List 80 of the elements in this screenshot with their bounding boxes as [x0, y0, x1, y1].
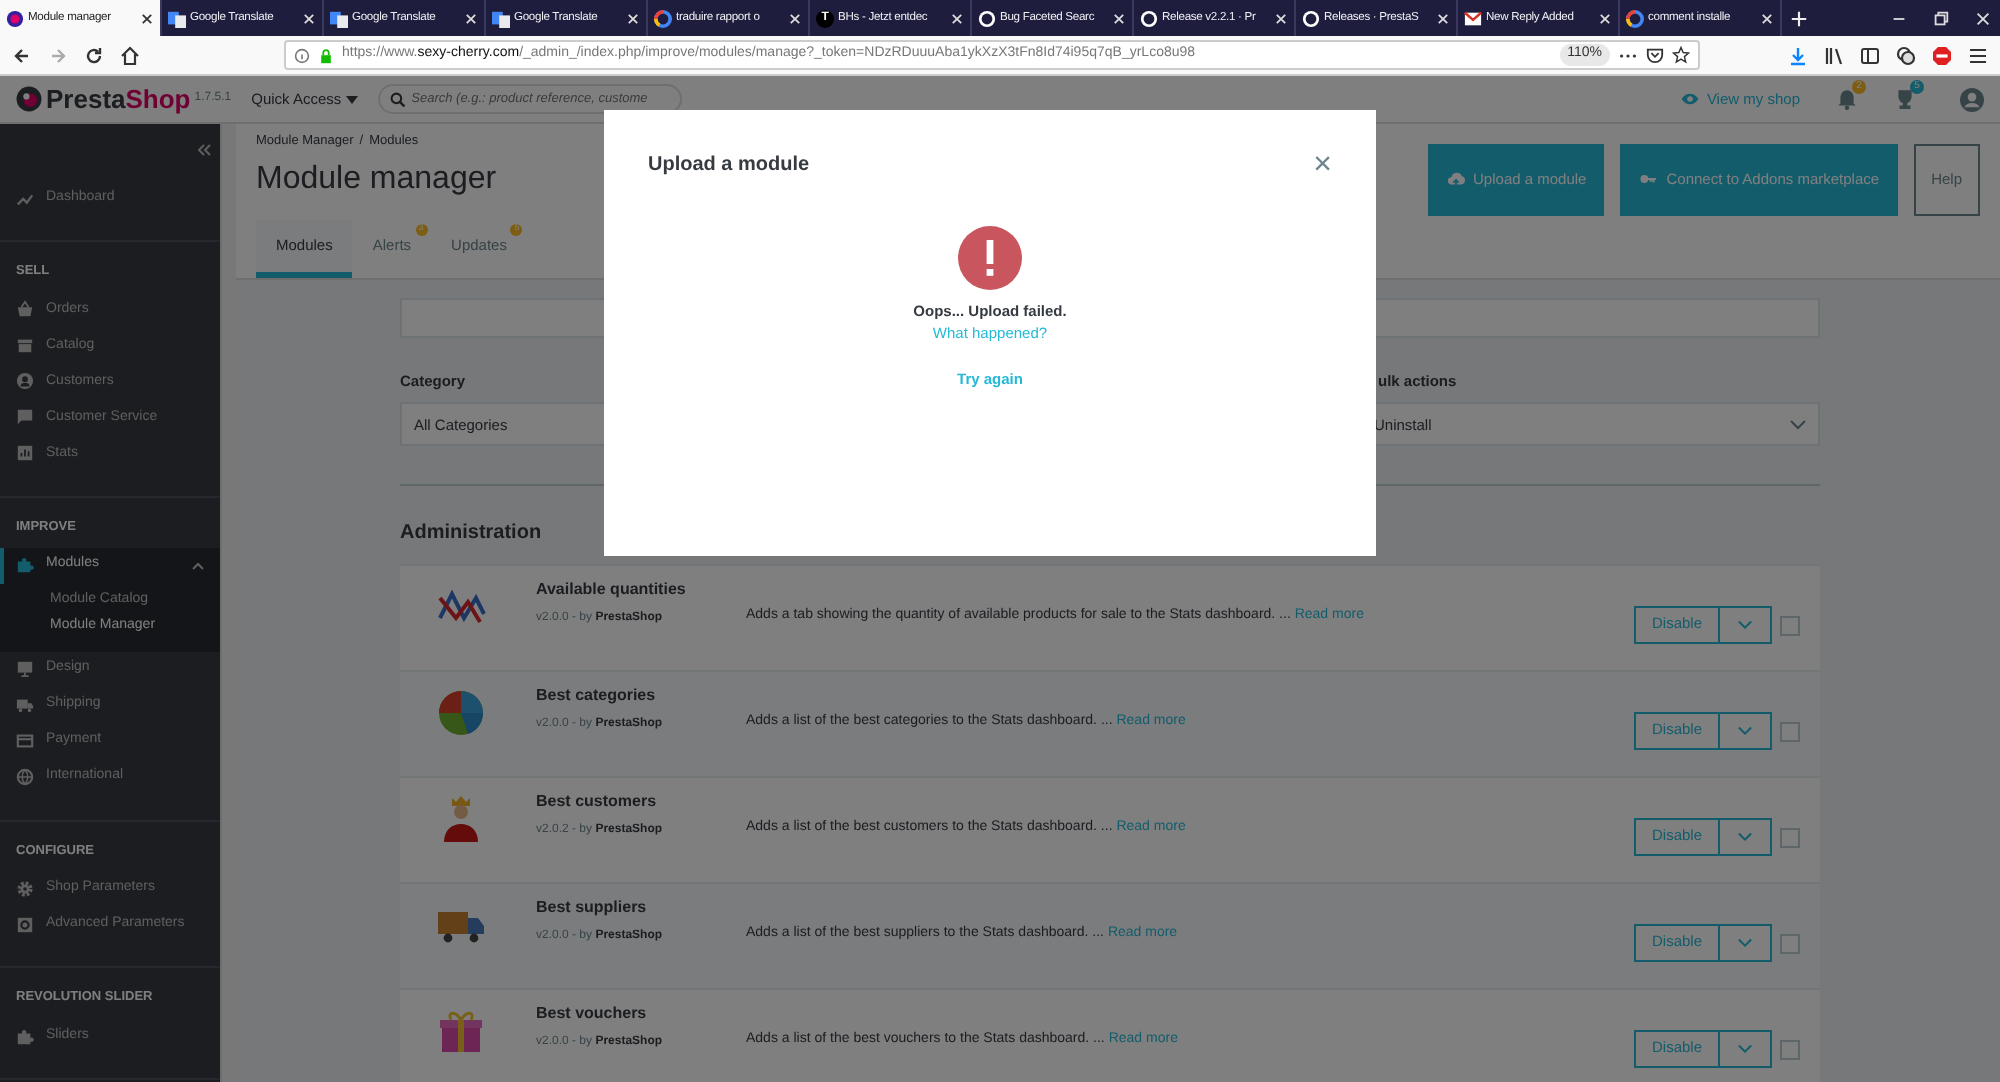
sidebar-icon[interactable]	[1860, 45, 1880, 65]
dropdown-toggle-button[interactable]	[1720, 818, 1772, 856]
reload-icon[interactable]	[84, 45, 104, 65]
home-icon[interactable]	[120, 45, 140, 65]
trophy-icon[interactable]	[1894, 88, 1916, 110]
module-name: Best customers	[536, 790, 659, 815]
chevron-down-icon	[1738, 620, 1752, 630]
chevron-down-icon	[1738, 832, 1752, 842]
user-icon	[16, 372, 34, 391]
back-icon[interactable]	[12, 45, 32, 65]
gift-icon	[436, 1006, 486, 1057]
favicon-icon	[1626, 9, 1644, 27]
favicon-icon	[654, 9, 672, 27]
section-title: Administration	[400, 520, 544, 549]
favicon-icon	[1302, 9, 1320, 27]
speech-bubble-icon	[16, 408, 34, 427]
restore-icon[interactable]	[1932, 9, 1950, 27]
lock-icon	[318, 47, 334, 63]
download-icon[interactable]	[1788, 45, 1808, 65]
truck-icon	[16, 696, 34, 714]
page-title: Module manager	[256, 159, 497, 200]
close-icon[interactable]	[140, 11, 154, 25]
dropdown-toggle-button[interactable]	[1720, 1030, 1772, 1068]
module-name: Best categories	[536, 684, 658, 709]
module-checkbox[interactable]	[1780, 827, 1800, 847]
trend-line-icon	[16, 189, 34, 207]
caret-icon	[192, 561, 204, 569]
cloud-upload-icon	[1445, 170, 1466, 189]
chevron-down-icon	[1738, 1044, 1752, 1054]
chevron-down-icon	[1790, 419, 1806, 430]
bar-chart-icon	[16, 444, 34, 463]
stop-sign-icon[interactable]	[1932, 45, 1952, 65]
favicon-icon	[168, 9, 186, 27]
eye-icon	[1680, 92, 1701, 106]
globe-icon	[16, 768, 34, 786]
bell-icon[interactable]	[1836, 88, 1858, 110]
new-tab-icon[interactable]	[1790, 9, 1808, 27]
gear-box-icon	[16, 915, 34, 934]
module-name: Best suppliers	[536, 896, 649, 921]
gear-icon	[16, 879, 34, 898]
info-icon[interactable]	[294, 47, 310, 63]
basket-icon	[16, 300, 34, 319]
favicon-icon	[1464, 9, 1482, 27]
menu-icon[interactable]	[1968, 45, 1988, 65]
collapse-icon[interactable]	[196, 144, 212, 156]
library-icon[interactable]	[1824, 45, 1844, 65]
monitor-icon	[16, 660, 34, 678]
module-checkbox[interactable]	[1780, 933, 1800, 953]
favicon-icon	[492, 9, 510, 27]
logo-icon	[16, 86, 42, 112]
storefront-icon	[16, 336, 34, 355]
close-button[interactable]: ×	[1313, 150, 1332, 182]
favicon-icon	[6, 9, 24, 27]
puzzle-piece-icon	[16, 556, 34, 574]
dropdown-toggle-button[interactable]	[1720, 924, 1772, 962]
pocket-icon[interactable]	[1646, 46, 1664, 64]
pie-chart-icon	[436, 688, 486, 739]
module-checkbox[interactable]	[1780, 721, 1800, 741]
favicon-icon	[978, 9, 996, 27]
favicon-icon	[1140, 9, 1158, 27]
dropdown-toggle-button[interactable]	[1720, 712, 1772, 750]
star-icon[interactable]	[1672, 46, 1690, 64]
user-icon[interactable]	[1960, 87, 1984, 111]
puzzle-piece-icon	[16, 1027, 34, 1045]
error-icon	[958, 226, 1022, 290]
extension-icon[interactable]	[1896, 45, 1916, 65]
logo-text: PrestaShop	[46, 81, 191, 118]
caret-icon	[345, 95, 358, 103]
key-icon	[1638, 170, 1659, 189]
chevron-down-icon	[1738, 938, 1752, 948]
credit-card-icon	[16, 732, 34, 750]
favicon-icon	[330, 9, 348, 27]
search-icon	[389, 91, 406, 107]
module-checkbox[interactable]	[1780, 1039, 1800, 1059]
module-name: Available quantities	[536, 578, 688, 603]
chevron-down-icon	[1738, 726, 1752, 736]
module-name: Best vouchers	[536, 1002, 649, 1027]
module-checkbox[interactable]	[1780, 615, 1800, 635]
dropdown-toggle-button[interactable]	[1720, 606, 1772, 644]
modal-title: Upload a module	[648, 154, 810, 178]
